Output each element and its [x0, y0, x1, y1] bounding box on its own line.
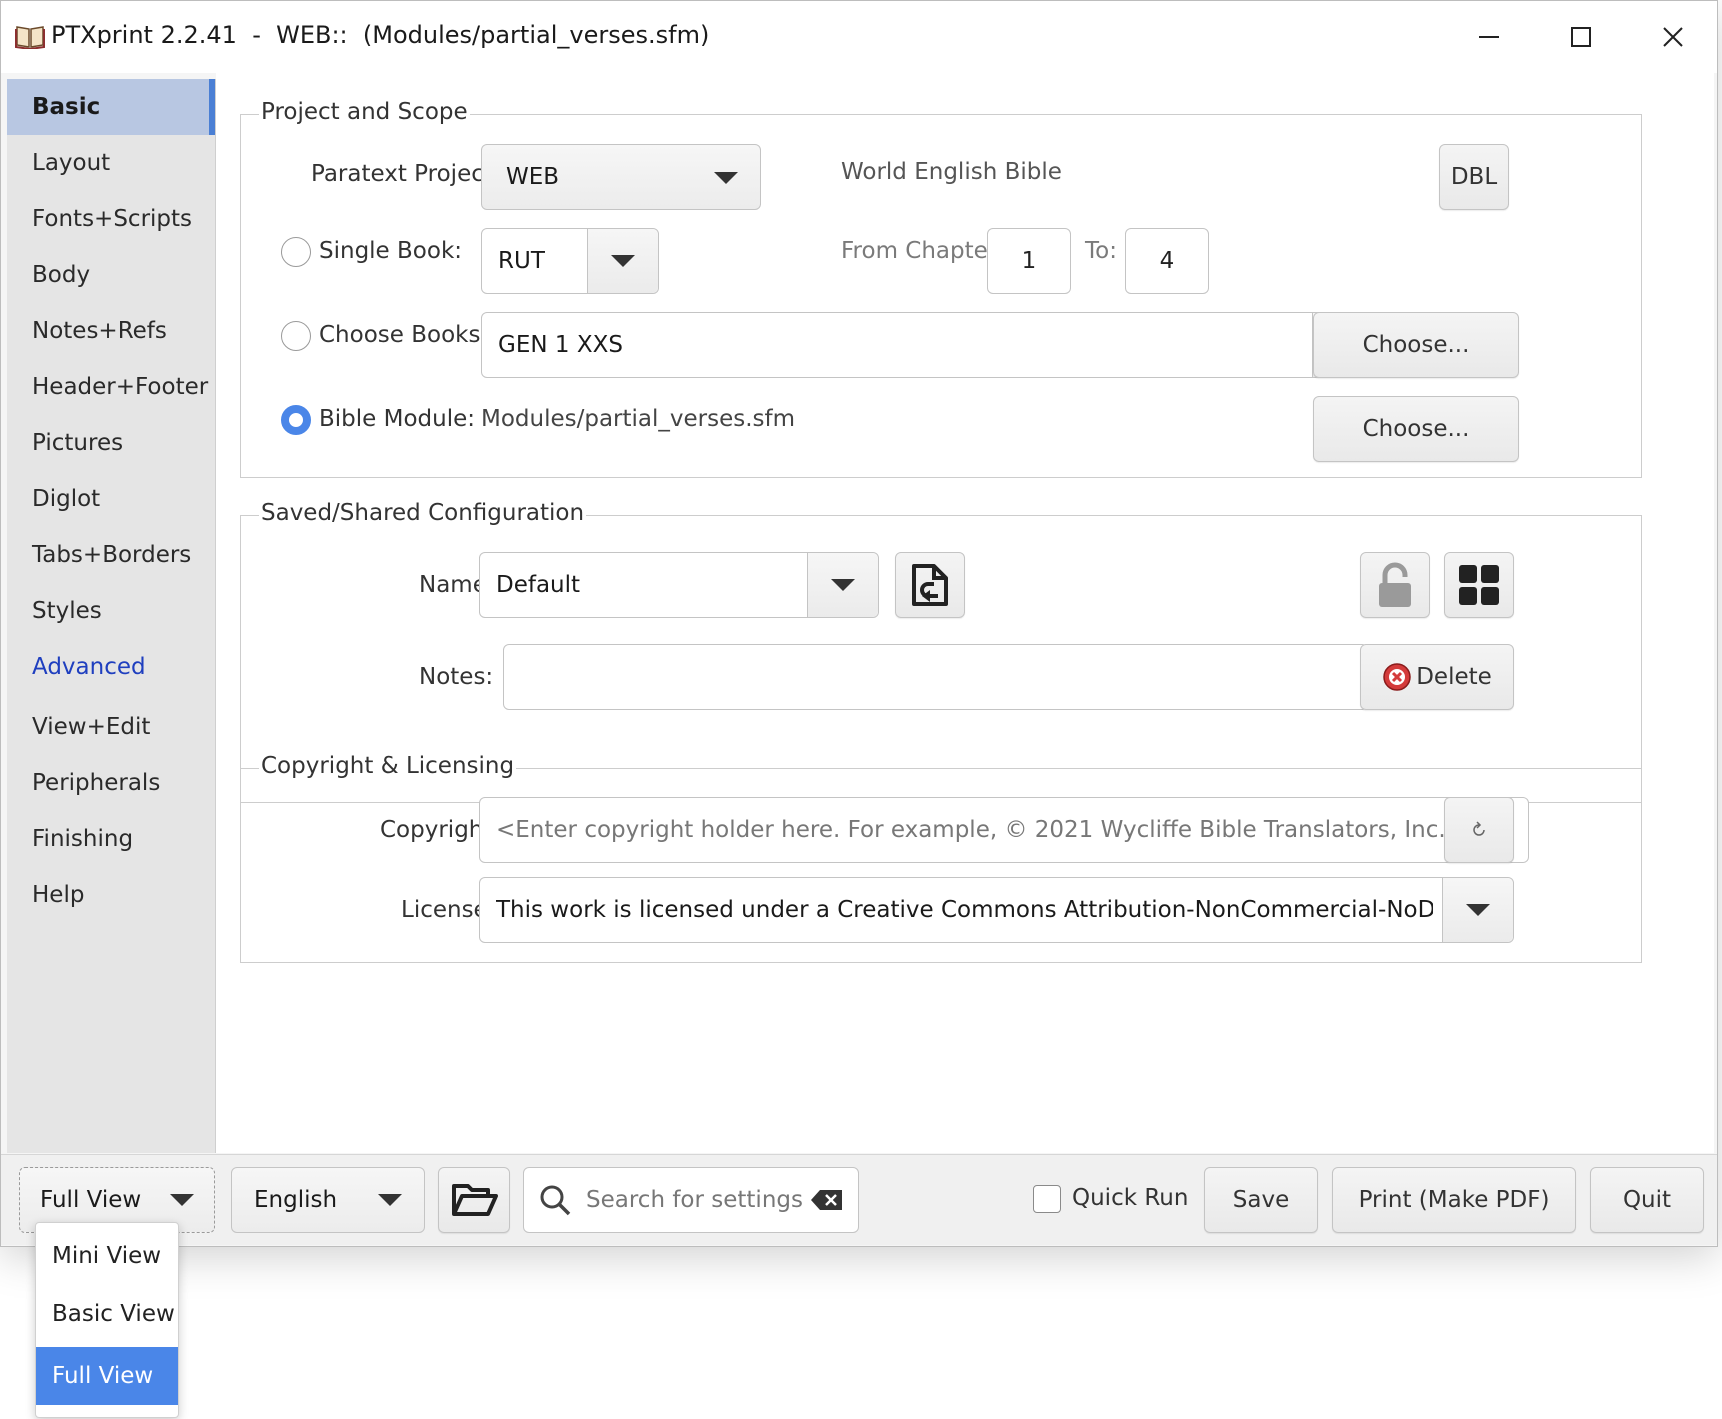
single-book-value: RUT [498, 248, 545, 274]
minimize-icon [1479, 36, 1499, 38]
choose-books-button[interactable]: Choose... [1313, 312, 1519, 378]
lock-icon [1379, 562, 1411, 607]
sidebar-item-notes-refs[interactable]: Notes+Refs [7, 303, 215, 359]
dbl-button[interactable]: DBL [1439, 144, 1509, 210]
sidebar-item-finishing[interactable]: Finishing [7, 811, 215, 867]
to-chapter-label: To: [1085, 238, 1117, 264]
chevron-down-icon [378, 1194, 402, 1206]
sidebar-item-layout[interactable]: Layout [7, 135, 215, 191]
to-chapter-value: 4 [1159, 248, 1175, 274]
choose-books-combo[interactable]: GEN 1 XXS [481, 312, 1384, 378]
bible-module-label: Bible Module: [319, 406, 476, 432]
chevron-down-icon [714, 172, 738, 184]
close-icon [1663, 27, 1683, 47]
single-book-combo[interactable]: RUT [481, 228, 659, 294]
delete-icon [1383, 663, 1411, 691]
sidebar-item-advanced[interactable]: Advanced [7, 639, 215, 695]
paratext-project-value: WEB [506, 164, 560, 190]
import-icon [912, 564, 948, 606]
maximize-button[interactable] [1541, 9, 1621, 65]
sidebar-item-pictures[interactable]: Pictures [7, 415, 215, 471]
quick-run-label: Quick Run [1072, 1185, 1189, 1211]
from-chapter-input[interactable]: 1 [987, 228, 1071, 294]
chevron-down-icon [807, 553, 878, 617]
project-full-name: World English Bible [841, 159, 1062, 185]
lock-config-button[interactable] [1360, 552, 1430, 618]
bible-module-radio[interactable] [281, 405, 311, 435]
paratext-project-label: Paratext Project: [311, 161, 501, 187]
quit-button[interactable]: Quit [1590, 1167, 1704, 1233]
reset-copyright-button[interactable] [1444, 797, 1514, 863]
print-button[interactable]: Print (Make PDF) [1332, 1167, 1576, 1233]
menu-item-basic-view[interactable]: Basic View [36, 1285, 178, 1343]
config-name-combo[interactable]: Default [479, 552, 879, 618]
save-button[interactable]: Save [1204, 1167, 1318, 1233]
saved-config-legend: Saved/Shared Configuration [259, 500, 587, 526]
open-folder-button[interactable] [438, 1167, 510, 1233]
project-scope-frame: Project and Scope Paratext Project: WEB … [240, 99, 1642, 478]
minimize-button[interactable] [1449, 9, 1529, 65]
search-settings-input[interactable]: Search for settings [523, 1167, 859, 1233]
config-notes-input[interactable] [503, 644, 1368, 710]
chevron-down-icon [170, 1194, 194, 1206]
config-notes-label: Notes: [419, 664, 494, 690]
sidebar-item-styles[interactable]: Styles [7, 583, 215, 639]
sidebar-item-fonts-scripts[interactable]: Fonts+Scripts [7, 191, 215, 247]
grid-config-button[interactable] [1444, 552, 1514, 618]
single-book-label: Single Book: [319, 238, 463, 264]
config-name-value: Default [496, 572, 581, 598]
from-chapter-value: 1 [1021, 248, 1037, 274]
title-bar: PTXprint 2.2.41 - WEB:: (Modules/partial… [1, 1, 1717, 73]
single-book-radio[interactable] [281, 237, 311, 267]
language-value: English [254, 1187, 338, 1213]
license-combo[interactable]: This work is licensed under a Creative C… [479, 877, 1514, 943]
copyright-frame: Copyright & Licensing Copyright: <Enter … [240, 753, 1642, 963]
choose-module-button[interactable]: Choose... [1313, 396, 1519, 462]
bible-module-path: Modules/partial_verses.sfm [481, 406, 796, 432]
sidebar-item-tabs-borders[interactable]: Tabs+Borders [7, 527, 215, 583]
menu-item-full-view[interactable]: Full View [36, 1347, 178, 1405]
delete-config-button[interactable]: Delete [1360, 644, 1514, 710]
sidebar-item-header-footer[interactable]: Header+Footer [7, 359, 215, 415]
choose-books-radio[interactable] [281, 321, 311, 351]
copyright-input[interactable]: <Enter copyright holder here. For exampl… [479, 797, 1529, 863]
window-title: PTXprint 2.2.41 - WEB:: (Modules/partial… [51, 21, 710, 49]
sidebar-item-body[interactable]: Body [7, 247, 215, 303]
sidebar-item-basic[interactable]: Basic [7, 79, 215, 135]
sidebar: Basic Layout Fonts+Scripts Body Notes+Re… [7, 79, 216, 1153]
folder-open-icon [452, 1184, 498, 1216]
quick-run-checkbox[interactable] [1033, 1185, 1061, 1213]
refresh-icon [1473, 821, 1485, 836]
language-combo[interactable]: English [231, 1167, 425, 1233]
sidebar-item-view-edit[interactable]: View+Edit [7, 699, 215, 755]
sidebar-item-diglot[interactable]: Diglot [7, 471, 215, 527]
copyright-placeholder: <Enter copyright holder here. For exampl… [496, 817, 1465, 843]
close-button[interactable] [1633, 9, 1713, 65]
main-panel: Project and Scope Paratext Project: WEB … [216, 73, 1714, 1153]
license-value: This work is licensed under a Creative C… [496, 897, 1433, 923]
search-icon [540, 1185, 571, 1216]
clear-search-icon [811, 1190, 842, 1210]
import-config-button[interactable] [895, 552, 965, 618]
to-chapter-input[interactable]: 4 [1125, 228, 1209, 294]
sidebar-item-help[interactable]: Help [7, 867, 215, 923]
chevron-down-icon [1442, 878, 1513, 942]
app-window: PTXprint 2.2.41 - WEB:: (Modules/partial… [0, 0, 1718, 1247]
project-scope-legend: Project and Scope [259, 99, 470, 125]
menu-item-mini-view[interactable]: Mini View [36, 1227, 178, 1285]
maximize-icon [1571, 27, 1591, 47]
sidebar-item-peripherals[interactable]: Peripherals [7, 755, 215, 811]
chevron-down-icon [587, 229, 658, 293]
paratext-project-combo[interactable]: WEB [481, 144, 761, 210]
choose-books-label: Choose Books: [319, 322, 489, 348]
book-icon [15, 23, 45, 51]
view-mode-menu: Mini View Basic View Full View [35, 1222, 179, 1418]
copyright-legend: Copyright & Licensing [259, 753, 517, 779]
from-chapter-label: From Chapter: [841, 238, 1005, 264]
delete-label: Delete [1416, 664, 1492, 690]
grid-icon [1459, 565, 1499, 605]
choose-books-value: GEN 1 XXS [498, 332, 623, 358]
bottom-bar: Full View English Search for settings Qu… [1, 1154, 1717, 1245]
search-placeholder: Search for settings [586, 1187, 803, 1213]
